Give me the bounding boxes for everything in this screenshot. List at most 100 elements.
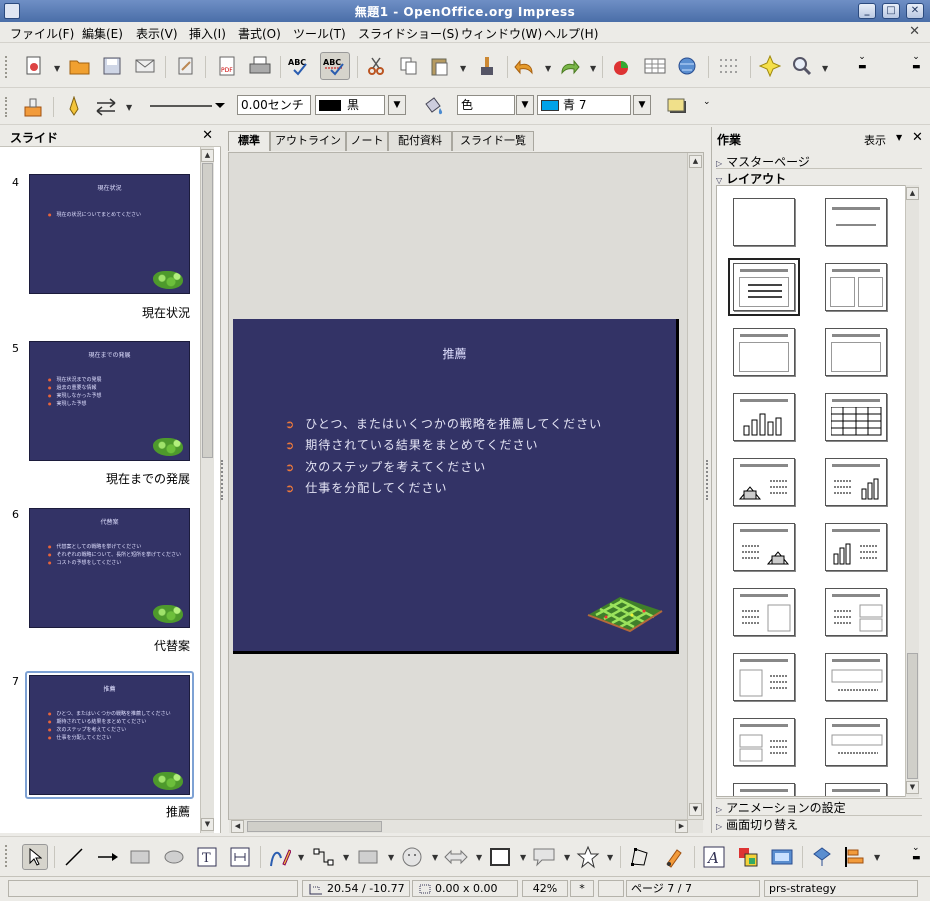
arrow-style-dropdown-icon[interactable]: ▼	[126, 103, 132, 112]
export-pdf-icon[interactable]: PDF	[215, 54, 239, 78]
area-style-select[interactable]: 色	[457, 95, 515, 115]
connector-dropdown-icon[interactable]: ▼	[343, 853, 349, 862]
task-pane-close-button[interactable]: ✕	[912, 130, 923, 145]
line-width-field[interactable]: 0.00センチ	[237, 95, 311, 115]
tab-outline[interactable]: アウトライン	[270, 131, 346, 151]
view-menu-dropdown-icon[interactable]: ▼	[896, 133, 902, 142]
layout-title-chart-text[interactable]	[825, 523, 887, 571]
current-slide[interactable]: 推薦 ひとつ、またはいくつかの戦略を推薦してください 期待されている結果をまとめ…	[233, 319, 679, 654]
undo-dropdown-icon[interactable]: ▼	[545, 64, 551, 73]
layout-title-object-over-text[interactable]	[825, 653, 887, 701]
gallery-icon[interactable]	[770, 845, 794, 869]
toolbar-overflow-icon[interactable]: ⌄ ▬	[858, 52, 867, 82]
scroll-track[interactable]	[907, 203, 918, 653]
minimize-button[interactable]: _	[858, 3, 876, 19]
layout-title-only[interactable]	[825, 198, 887, 246]
autospellcheck-icon[interactable]: ABC	[320, 52, 350, 80]
line-arrow-tool-icon[interactable]	[96, 845, 120, 869]
flowchart-icon[interactable]	[488, 845, 512, 869]
canvas-vertical-scrollbar[interactable]: ▲ ▼	[687, 153, 703, 819]
stars-icon[interactable]	[576, 845, 600, 869]
toolbar-grip[interactable]	[5, 845, 9, 867]
line-color-dropdown-icon[interactable]: ▼	[388, 95, 406, 115]
alignment-dropdown-icon[interactable]: ▼	[874, 853, 880, 862]
layout-title-table[interactable]	[825, 393, 887, 441]
layout-title-vertical[interactable]	[825, 783, 887, 796]
text-tool-icon[interactable]: T	[195, 845, 219, 869]
layout-title-object[interactable]	[825, 328, 887, 376]
menu-file[interactable]: ファイル(F)	[10, 25, 74, 42]
curve-tool-icon[interactable]	[268, 845, 292, 869]
basic-shapes-dropdown-icon[interactable]: ▼	[388, 853, 394, 862]
slide-thumbnail-6[interactable]: 代替案 代替案としての戦略を挙げてください それぞれの戦略について、長所と短所を…	[29, 508, 190, 628]
cut-icon[interactable]	[364, 54, 388, 78]
layout-title-four-objects[interactable]	[733, 783, 795, 796]
left-splitter-handle[interactable]	[221, 460, 225, 500]
menu-format[interactable]: 書式(O)	[238, 25, 281, 42]
toolbar-grip[interactable]	[5, 56, 9, 78]
menu-window[interactable]: ウィンドウ(W)	[461, 25, 542, 42]
toolbar-grip[interactable]	[5, 97, 9, 117]
slide-title[interactable]: 推薦	[233, 345, 676, 362]
alignment-icon[interactable]	[842, 845, 866, 869]
points-edit-icon[interactable]	[628, 845, 652, 869]
area-color-select[interactable]: 青 7	[537, 95, 631, 115]
save-icon[interactable]	[100, 54, 124, 78]
slide-bullet[interactable]: 次のステップを考えてください	[285, 458, 486, 475]
canvas-horizontal-scrollbar[interactable]: ◀ ▶	[229, 819, 703, 833]
layout-title-text-chart[interactable]	[825, 458, 887, 506]
print-icon[interactable]	[248, 54, 272, 78]
layout-title-object-text[interactable]	[733, 653, 795, 701]
area-color-dropdown-icon[interactable]: ▼	[633, 95, 651, 115]
symbol-shapes-icon[interactable]	[400, 845, 424, 869]
new-dropdown-icon[interactable]: ▼	[54, 64, 60, 73]
table-icon[interactable]	[643, 54, 667, 78]
right-splitter-handle[interactable]	[706, 460, 710, 500]
slide-thumbnail-7[interactable]: 推薦 ひとつ、またはいくつかの戦略を推薦してください 期待されている結果をまとめ…	[29, 675, 190, 795]
mail-icon[interactable]	[133, 54, 157, 78]
open-folder-icon[interactable]	[68, 54, 92, 78]
slide-pane-close-button[interactable]: ✕	[202, 128, 213, 143]
curve-dropdown-icon[interactable]: ▼	[298, 853, 304, 862]
connector-tool-icon[interactable]	[312, 845, 336, 869]
menu-view[interactable]: 表示(V)	[136, 25, 178, 42]
scroll-up-icon[interactable]: ▲	[689, 155, 702, 168]
styles-formatting-icon[interactable]	[22, 95, 46, 119]
line-color-select[interactable]: 黒	[315, 95, 385, 115]
scroll-thumb[interactable]	[907, 653, 918, 779]
edit-file-icon[interactable]	[174, 54, 198, 78]
status-zoom[interactable]: 42%	[522, 880, 568, 897]
tab-handouts[interactable]: 配付資料	[388, 131, 452, 151]
symbol-shapes-dropdown-icon[interactable]: ▼	[432, 853, 438, 862]
scroll-up-icon[interactable]: ▲	[906, 187, 919, 200]
scroll-down-icon[interactable]: ▼	[689, 803, 702, 816]
fit-text-tool-icon[interactable]	[228, 845, 252, 869]
line-icon[interactable]	[62, 95, 86, 119]
toolbar-overflow-icon[interactable]: ⌄	[703, 97, 711, 125]
layout-title-chart[interactable]	[733, 393, 795, 441]
layout-title-two-content[interactable]	[825, 263, 887, 311]
scroll-up-icon[interactable]: ▲	[201, 149, 214, 162]
block-arrows-dropdown-icon[interactable]: ▼	[476, 853, 482, 862]
navigator-star-icon[interactable]	[758, 54, 782, 78]
slide-bullet[interactable]: ひとつ、またはいくつかの戦略を推薦してください	[285, 415, 602, 432]
redo-dropdown-icon[interactable]: ▼	[590, 64, 596, 73]
callouts-dropdown-icon[interactable]: ▼	[564, 853, 570, 862]
scroll-thumb[interactable]	[202, 163, 213, 458]
tab-normal[interactable]: 標準	[228, 131, 270, 151]
slide-transition-section[interactable]: ▷ 画面切り替え	[716, 815, 922, 832]
callouts-icon[interactable]	[532, 845, 556, 869]
copy-icon[interactable]	[397, 54, 421, 78]
toolbar-overflow-icon[interactable]: ⌄ ▬	[912, 843, 921, 873]
layout-title-clipart-text[interactable]	[733, 458, 795, 506]
tab-notes[interactable]: ノート	[346, 131, 388, 151]
slide-thumbnail-4[interactable]: 現在状況 現在の状況についてまとめてください	[29, 174, 190, 294]
zoom-icon[interactable]	[790, 54, 814, 78]
format-paintbrush-icon[interactable]	[475, 54, 499, 78]
select-pointer-icon[interactable]	[22, 844, 48, 870]
layout-section[interactable]: ▽ レイアウト	[716, 170, 922, 186]
layout-title-two-objects-text[interactable]	[733, 718, 795, 766]
menu-edit[interactable]: 編集(E)	[82, 25, 123, 42]
layout-title-text-object[interactable]	[733, 588, 795, 636]
fontwork-icon[interactable]: A	[702, 845, 726, 869]
